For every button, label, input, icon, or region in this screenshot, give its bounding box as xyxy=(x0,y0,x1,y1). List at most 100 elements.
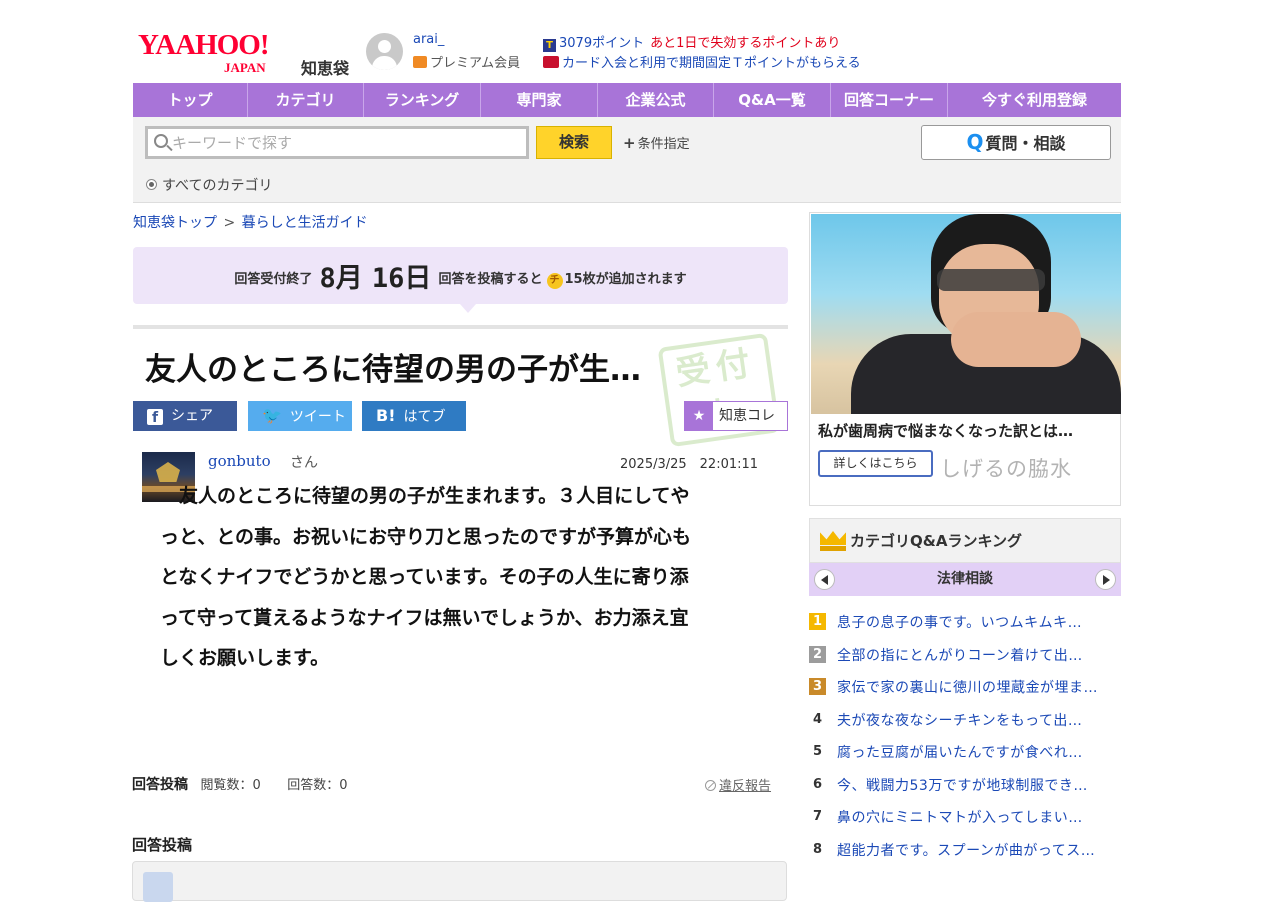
ranking-item[interactable]: 7 鼻の穴にミニトマトが入ってしまい… xyxy=(809,805,1139,827)
star-icon: ★ xyxy=(685,402,713,430)
rank-question-link[interactable]: 家伝で家の裏山に徳川の埋蔵金が埋ま… xyxy=(837,677,1098,697)
search-icon xyxy=(154,134,168,148)
condition-label: 条件指定 xyxy=(637,137,690,152)
nav-item-3[interactable]: 専門家 xyxy=(481,83,598,117)
hatena-icon: B! xyxy=(376,406,396,425)
plus-icon: + xyxy=(623,134,636,152)
report-link[interactable]: 違反報告 xyxy=(705,775,771,794)
radio-selected-icon xyxy=(146,179,157,190)
search-box[interactable] xyxy=(145,126,529,159)
share-tw-label: ツイート xyxy=(289,409,346,425)
nav-item-4[interactable]: 企業公式 xyxy=(598,83,714,117)
facebook-share-button[interactable]: f シェア xyxy=(133,401,237,431)
asker-suffix: さん xyxy=(290,455,318,471)
user-name[interactable]: arai_ xyxy=(413,32,444,47)
divider xyxy=(133,325,788,329)
nav-item-1[interactable]: カテゴリ xyxy=(248,83,364,117)
chie-kore-label: 知恵コレ xyxy=(719,408,775,424)
ranking-item[interactable]: 4 夫が夜な夜なシーチキンをもって出… xyxy=(809,708,1139,730)
all-categories-label: すべてのカテゴリ xyxy=(162,178,273,194)
facebook-icon: f xyxy=(147,409,163,426)
ranking-category: 法律相談 xyxy=(937,571,993,587)
premium-label: プレミアム会員 xyxy=(430,56,521,71)
ask-question-button[interactable]: Q 質問・相談 xyxy=(921,125,1111,160)
points-line[interactable]: T 3079ポイント あと1日で失効するポイントあり xyxy=(543,32,840,52)
hatena-share-button[interactable]: B! はてブ xyxy=(362,401,466,431)
breadcrumb-top[interactable]: 知恵袋トップ xyxy=(133,215,217,231)
ad-photo-hands xyxy=(951,312,1081,367)
ask-label: 質問・相談 xyxy=(985,134,1066,153)
nav-item-0[interactable]: トップ xyxy=(133,83,248,117)
view-count: 閲覧数：0 xyxy=(200,778,261,793)
rank-number: 8 xyxy=(812,841,823,857)
twitter-share-button[interactable]: 🐦 ツイート xyxy=(248,401,352,431)
all-categories-radio[interactable]: すべてのカテゴリ xyxy=(146,175,272,195)
premium-member[interactable]: プレミアム会員 xyxy=(413,52,520,71)
breadcrumb: 知恵袋トップ > 暮らしと生活ガイド xyxy=(133,212,368,232)
answer-input-box[interactable] xyxy=(132,861,787,902)
breadcrumb-sep: > xyxy=(223,215,236,231)
share-hb-label: はてブ xyxy=(403,409,446,425)
rank-question-link[interactable]: 息子の息子の事です。いつムキムキ… xyxy=(837,612,1082,632)
rank-question-link[interactable]: 全部の指にとんがりコーン着けて出… xyxy=(837,645,1083,665)
ranking-item[interactable]: 3 家伝で家の裏山に徳川の埋蔵金が埋ま… xyxy=(809,675,1139,697)
chie-kore-button[interactable]: ★ 知恵コレ xyxy=(684,401,788,431)
rank-question-link[interactable]: 夫が夜な夜なシーチキンをもって出… xyxy=(837,710,1082,730)
points-value: 3079ポイント xyxy=(559,36,645,51)
rank-number: 1 xyxy=(809,613,826,630)
chiebukuro-logo[interactable]: 知恵袋 xyxy=(301,55,349,79)
points-warning: あと1日で失効するポイントあり xyxy=(650,36,841,51)
condition-link[interactable]: + 条件指定 xyxy=(623,133,690,152)
stats-row: 回答投稿 閲覧数：0 回答数：0 xyxy=(132,774,347,794)
ad-details-button[interactable]: 詳しくはこちら xyxy=(818,450,933,477)
tpoint-icon: T xyxy=(543,39,556,52)
search-input[interactable] xyxy=(172,130,522,156)
ranking-category-bar: 法律相談 xyxy=(809,563,1121,596)
card-icon xyxy=(543,56,559,68)
breadcrumb-category[interactable]: 暮らしと生活ガイド xyxy=(242,215,368,231)
rank-number: 2 xyxy=(809,645,826,663)
ranking-item[interactable]: 1 息子の息子の事です。いつムキムキ… xyxy=(809,610,1139,632)
deadline-bonus-label: 15枚が追加されます xyxy=(564,272,687,287)
logo-sub: JAPAN xyxy=(224,60,266,75)
ad-brand: しげるの脇水 xyxy=(940,457,1072,481)
ad-title[interactable]: 私が歯周病で悩まなくなった訳とは… xyxy=(818,420,1073,441)
global-nav: トップ カテゴリ ランキング 専門家 企業公式 Q&A一覧 回答コーナー 今すぐ利用登録 xyxy=(133,83,1121,117)
question-title: 友人のところに待望の男の子が生… xyxy=(145,352,641,388)
ranking-item[interactable]: 2 全部の指にとんがりコーン着けて出… xyxy=(809,643,1139,665)
report-label: 違反報告 xyxy=(719,779,772,794)
rank-question-link[interactable]: 今、戦闘力53万ですが地球制服でき… xyxy=(837,775,1088,795)
ranking-item[interactable]: 5 腐った豆腐が届いたんですが食べれ… xyxy=(809,740,1139,762)
ranking-item[interactable]: 8 超能力者です。スプーンが曲がってス… xyxy=(809,838,1139,860)
rank-number: 6 xyxy=(812,776,823,792)
next-arrow-icon[interactable] xyxy=(1095,569,1116,590)
question-body: 友人のところに待望の男の子が生まれます。３人目にしてやっと、との事。お祝いにお守… xyxy=(160,485,692,669)
rank-question-link[interactable]: 超能力者です。スプーンが曲がってス… xyxy=(837,840,1095,860)
rank-question-link[interactable]: 鼻の穴にミニトマトが入ってしまい… xyxy=(837,807,1083,827)
chie-coin-icon: チ xyxy=(546,273,563,289)
deadline-banner: 回答受付終了 8月 16日 回答を投稿するとチ 15枚が追加されます xyxy=(133,247,788,304)
post-answer-heading: 回答投稿 xyxy=(132,777,188,793)
ranking-item[interactable]: 6 今、戦闘力53万ですが地球制服でき… xyxy=(809,773,1139,795)
share-fb-label: シェア xyxy=(171,408,213,424)
search-button[interactable]: 検索 xyxy=(536,126,612,159)
yahoo-logo[interactable]: YAAHOO! JAPAN xyxy=(138,29,269,75)
nav-item-6[interactable]: 回答コーナー xyxy=(831,83,948,117)
nav-item-5[interactable]: Q&A一覧 xyxy=(714,83,831,117)
nav-item-2[interactable]: ランキング xyxy=(364,83,481,117)
site-header: YAAHOO! JAPAN 知恵袋 arai_ プレミアム会員 T 3079ポイン… xyxy=(133,26,1123,82)
sidebar-ad[interactable]: 私が歯周病で悩まなくなった訳とは… 詳しくはこちら しげるの脇水 xyxy=(809,212,1121,506)
twitter-bird-icon: 🐦 xyxy=(262,406,282,425)
ad-photo[interactable] xyxy=(811,214,1121,414)
logo-main: YAAHOO! xyxy=(138,29,269,61)
ranking-header: カテゴリQ&Aランキング xyxy=(809,518,1121,563)
answer-section-heading: 回答投稿 xyxy=(132,836,193,854)
nav-item-7[interactable]: 今すぐ利用登録 xyxy=(948,83,1121,117)
asker-name[interactable]: gonbuto xyxy=(208,452,271,470)
rank-number: 4 xyxy=(812,711,823,727)
question-q-icon: Q xyxy=(966,130,984,154)
ranking-title: カテゴリQ&Aランキング xyxy=(850,532,1022,550)
card-promo-link[interactable]: カード入会と利用で期間固定Ｔポイントがもらえる xyxy=(543,52,861,71)
user-avatar-icon[interactable] xyxy=(366,33,403,70)
rank-question-link[interactable]: 腐った豆腐が届いたんですが食べれ… xyxy=(837,742,1083,762)
